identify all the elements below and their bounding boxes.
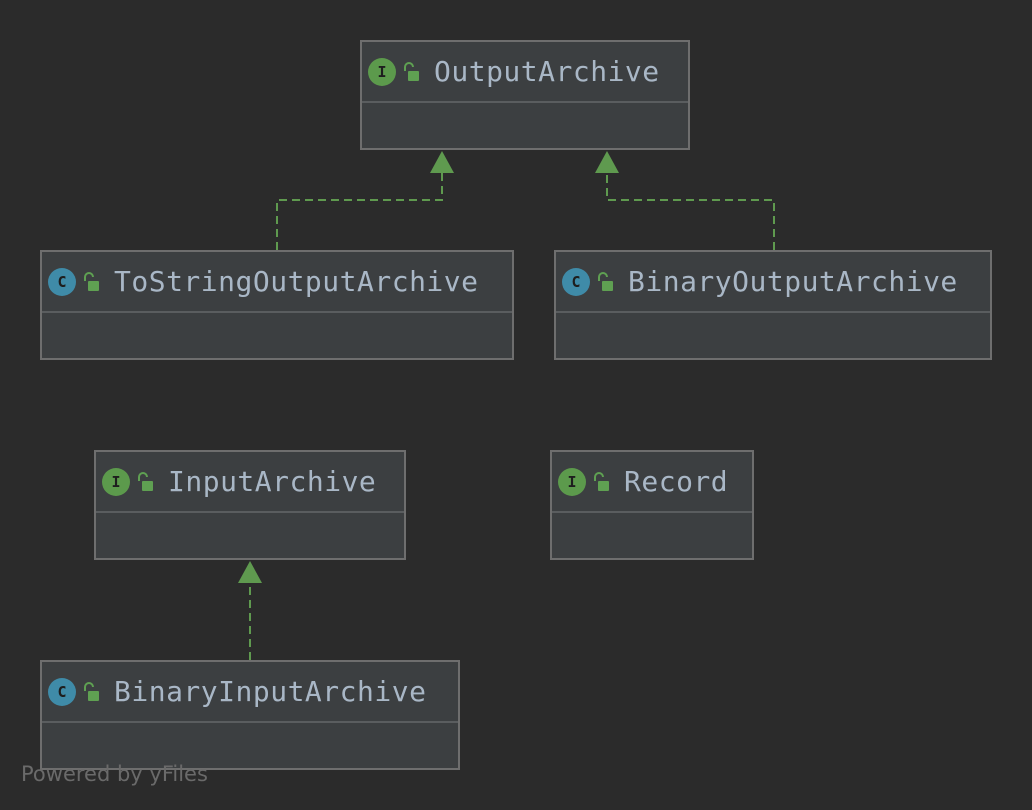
arrowhead-icon	[238, 561, 262, 583]
unlocked-icon	[598, 271, 613, 291]
node-header: I InputArchive	[96, 452, 404, 513]
class-icon: C	[562, 267, 590, 296]
node-tostring-output-archive[interactable]: C ToStringOutputArchive	[40, 250, 514, 360]
node-label: Record	[624, 465, 729, 498]
interface-icon: I	[558, 467, 586, 496]
node-label: BinaryInputArchive	[114, 675, 427, 708]
edge-line	[276, 172, 443, 250]
unlocked-icon	[84, 271, 99, 291]
interface-icon: I	[368, 57, 396, 86]
edge-BinaryOutputArchive-implements-OutputArchive	[595, 151, 775, 250]
node-header: C BinaryInputArchive	[42, 662, 458, 723]
node-header: C BinaryOutputArchive	[556, 252, 990, 313]
node-label: ToStringOutputArchive	[114, 265, 479, 298]
arrowhead-icon	[430, 151, 454, 173]
arrowhead-icon	[595, 151, 619, 173]
node-label: OutputArchive	[434, 55, 660, 88]
interface-icon: I	[102, 467, 130, 496]
node-record[interactable]: I Record	[550, 450, 754, 560]
edge-BinaryInputArchive-implements-InputArchive	[238, 561, 262, 660]
edge-line	[606, 172, 775, 250]
node-header: C ToStringOutputArchive	[42, 252, 512, 313]
node-output-archive[interactable]: I OutputArchive	[360, 40, 690, 150]
watermark: Powered by yFiles	[21, 762, 208, 786]
node-header: I OutputArchive	[362, 42, 688, 103]
node-header: I Record	[552, 452, 752, 513]
node-binary-output-archive[interactable]: C BinaryOutputArchive	[554, 250, 992, 360]
node-label: BinaryOutputArchive	[628, 265, 958, 298]
class-icon: C	[48, 267, 76, 296]
node-input-archive[interactable]: I InputArchive	[94, 450, 406, 560]
unlocked-icon	[594, 471, 609, 491]
node-label: InputArchive	[168, 465, 377, 498]
node-binary-input-archive[interactable]: C BinaryInputArchive	[40, 660, 460, 770]
edge-ToStringOutputArchive-implements-OutputArchive	[276, 151, 454, 250]
class-icon: C	[48, 677, 76, 706]
unlocked-icon	[404, 61, 419, 81]
unlocked-icon	[138, 471, 153, 491]
unlocked-icon	[84, 681, 99, 701]
